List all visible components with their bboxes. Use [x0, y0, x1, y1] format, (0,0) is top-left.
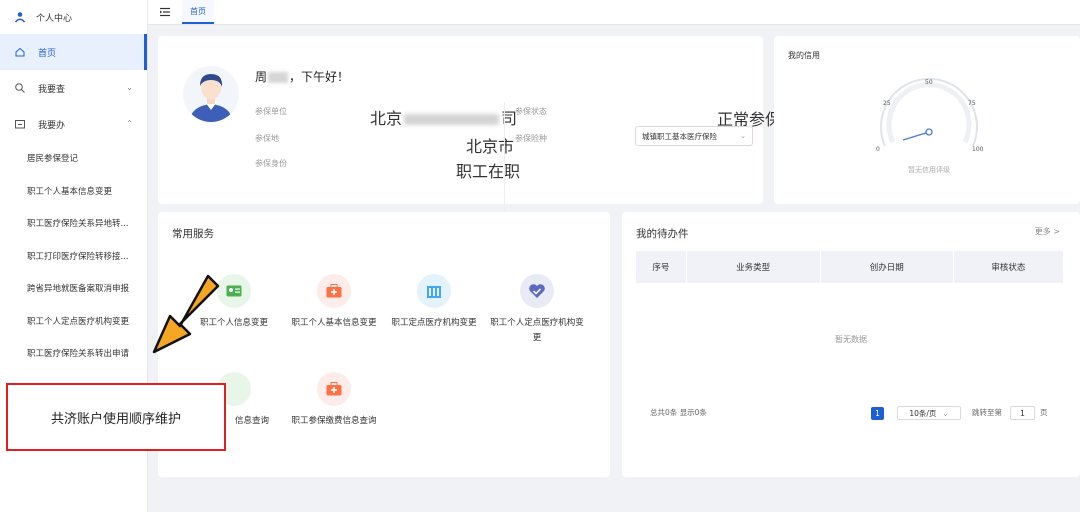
sidebar-item-handle[interactable]: 我要办 ⌃: [0, 106, 147, 142]
pagination-summary: 总共0条 显示0条: [650, 408, 707, 417]
credit-card: 我的信用 0 25 50 75 100 暂无信用评级: [774, 36, 1080, 204]
page-size-select[interactable]: 10条/页 ⌄: [897, 406, 961, 420]
empty-state: 暂无数据: [835, 335, 867, 344]
todo-table-header: 序号 业务类型 创办日期 审核状态: [636, 251, 1063, 283]
tab-home[interactable]: 首页: [182, 0, 214, 24]
sidebar-subitem[interactable]: 职工个人基本信息变更: [0, 175, 147, 208]
more-link[interactable]: 更多 >: [1035, 226, 1060, 237]
greeting-suffix: ，下午好！: [289, 70, 350, 84]
jump-page-input[interactable]: 1: [1010, 406, 1035, 420]
pagination-page-button[interactable]: 1: [871, 407, 884, 420]
pointer-arrow-icon: [152, 274, 220, 354]
table-column-header: 创办日期: [821, 251, 954, 283]
avatar: [183, 66, 239, 122]
service-item[interactable]: 职工参保缴费信息查询: [284, 372, 384, 429]
field-insured-place-value: 北京市: [466, 137, 515, 156]
greeting-name: 周: [255, 70, 268, 84]
gauge-tick-0: 0: [876, 146, 880, 153]
highlighted-menu-item[interactable]: 共济账户使用顺序维护: [6, 383, 226, 451]
menu-fold-icon[interactable]: [158, 5, 172, 19]
field-insured-unit-value: 北京司: [370, 109, 518, 128]
todo-card: 我的待办件 更多 > 序号 业务类型 创办日期 审核状态 暂无数据 总共0条 显…: [622, 212, 1080, 477]
field-insured-status: 参保状态: [515, 107, 547, 116]
user-avatar-icon: [189, 74, 233, 122]
hospital-icon: [417, 274, 451, 308]
medical-kit-icon: [317, 274, 351, 308]
sidebar-subitem[interactable]: 跨省异地就医备案取消申报: [0, 272, 147, 305]
medical-kit-icon: [317, 372, 351, 406]
jump-label: 跳转至第: [972, 408, 1002, 417]
chevron-down-icon: ⌄: [126, 83, 133, 92]
sidebar-item-label: 我要办: [38, 120, 66, 131]
sidebar-subitem[interactable]: 职工医疗保险关系转出申请: [0, 337, 147, 370]
sidebar-item-label: 首页: [38, 48, 57, 59]
sidebar-item-home[interactable]: 首页: [0, 34, 147, 70]
service-item[interactable]: 职工定点医疗机构变更: [384, 274, 484, 331]
sidebar-item-label: 我要查: [38, 84, 66, 95]
heart-check-icon: [520, 274, 554, 308]
table-column-header: 审核状态: [991, 263, 1026, 273]
insurance-type-select[interactable]: 城镇职工基本医疗保险 ⌄: [635, 126, 753, 146]
todo-title: 我的待办件: [636, 228, 689, 240]
page-unit-label: 页: [1040, 408, 1048, 417]
service-item[interactable]: 职工个人定点医疗机构变更: [487, 274, 587, 346]
chevron-up-icon: ⌃: [126, 119, 133, 128]
table-column-header: 序号: [636, 251, 687, 283]
sidebar-subitem[interactable]: 居民参保登记: [0, 142, 147, 175]
sidebar-subitem[interactable]: 职工个人定点医疗机构变更: [0, 305, 147, 338]
sidebar-brand[interactable]: 个人中心: [0, 0, 147, 34]
services-title: 常用服务: [172, 228, 214, 240]
gauge-tick-25: 25: [883, 100, 891, 107]
field-insured-identity: 参保身份: [255, 159, 287, 168]
field-insured-identity-value: 职工在职: [456, 162, 521, 181]
sidebar-subitem[interactable]: 职工医疗保险关系异地转...: [0, 207, 147, 240]
gauge-tick-100: 100: [972, 146, 984, 153]
gauge-tick-50: 50: [925, 79, 933, 86]
field-insured-unit: 参保单位: [255, 107, 287, 116]
gauge-tick-75: 75: [968, 100, 976, 107]
greeting-text: 周 ，下午好！: [255, 68, 349, 85]
folder-icon: [15, 120, 25, 129]
home-icon: [15, 47, 25, 57]
credit-status: 暂无信用评级: [908, 165, 950, 174]
brand-title: 个人中心: [36, 13, 73, 24]
chevron-down-icon: ⌄: [740, 132, 746, 140]
table-column-header: 业务类型: [687, 251, 821, 283]
field-insured-place: 参保地: [255, 134, 279, 143]
field-insurance-type: 参保险种: [515, 134, 547, 143]
top-bar: 首页: [148, 0, 1080, 25]
brand-logo-icon: [14, 12, 26, 23]
user-info-card: 周，下午好！ 参保单位 北京司 参保地 北京市 参保身份 职工在职 参保状态 正…: [158, 36, 781, 214]
divider: [504, 102, 505, 214]
chevron-down-icon: ⌄: [942, 408, 949, 418]
sidebar-item-query[interactable]: 我要查 ⌄: [0, 70, 147, 106]
search-icon: [15, 83, 25, 93]
credit-title: 我的信用: [788, 51, 820, 60]
credit-gauge: 0 25 50 75 100 暂无信用评级: [876, 77, 984, 174]
blurred-name: [268, 72, 289, 83]
service-item[interactable]: 职工个人基本信息变更: [284, 274, 384, 331]
sidebar-subitem[interactable]: 职工打印医疗保险转移接...: [0, 240, 147, 273]
blurred-unit-name: [404, 114, 500, 125]
